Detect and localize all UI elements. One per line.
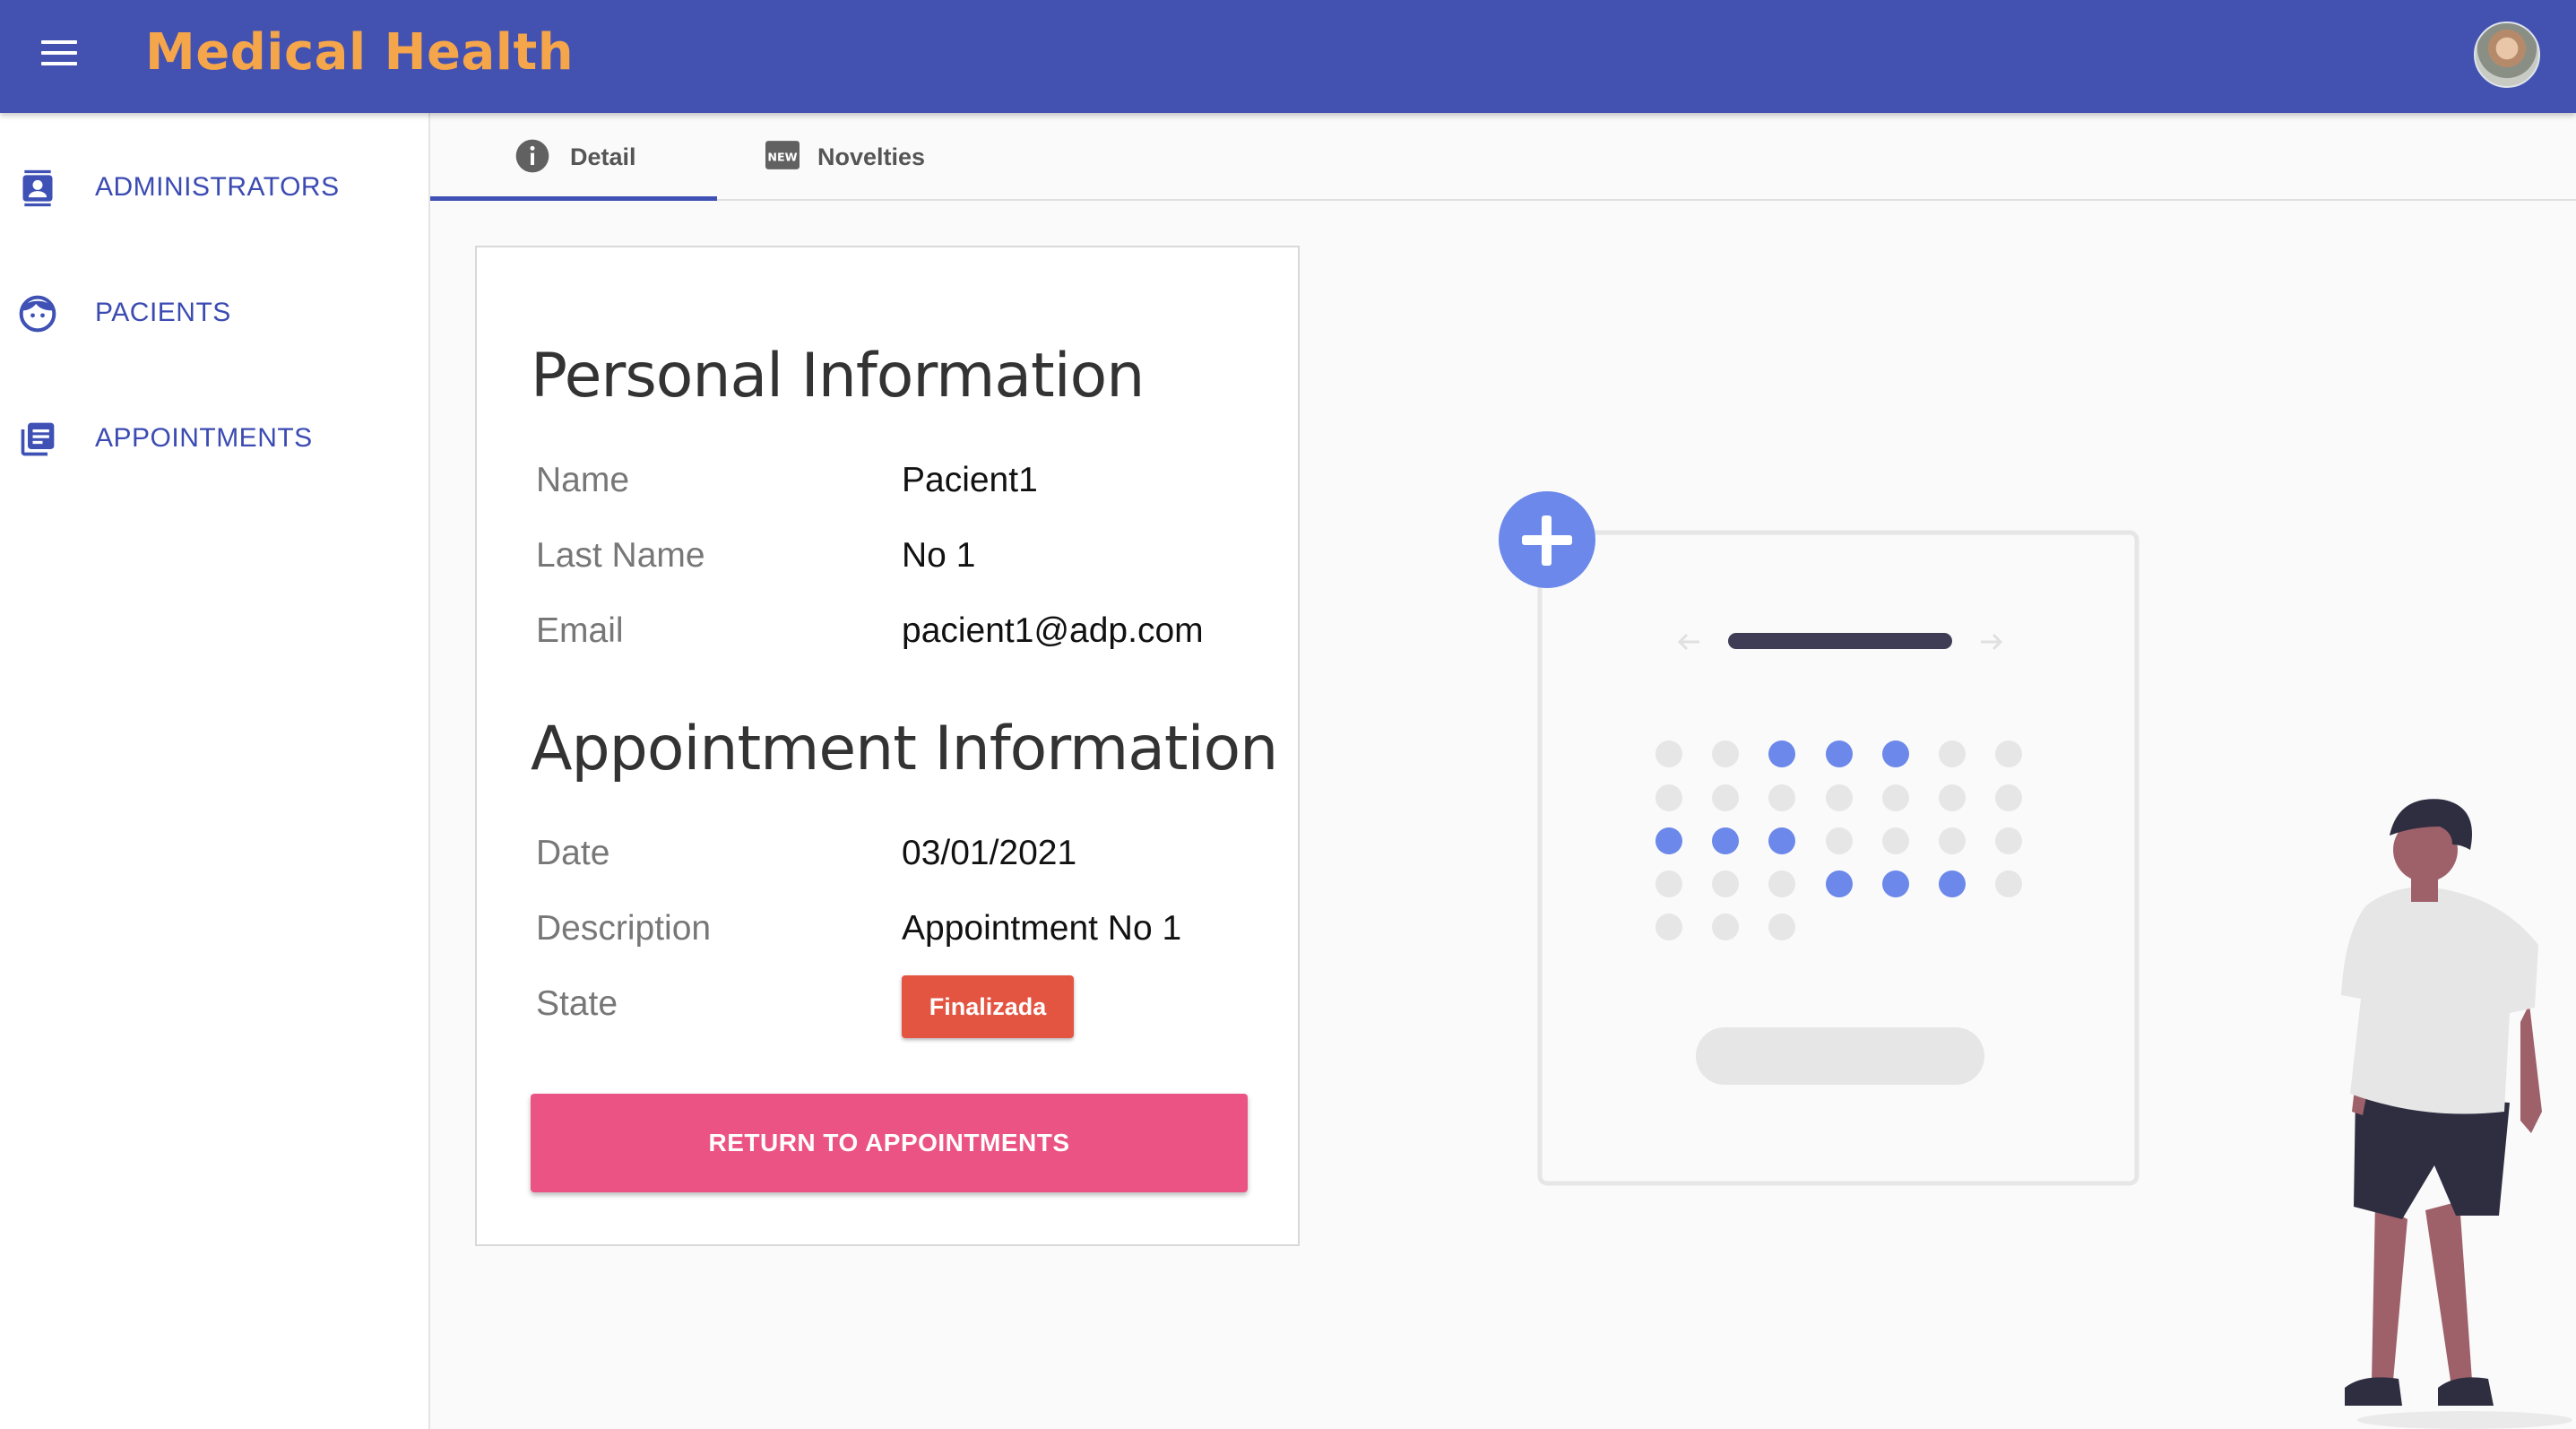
menu-icon[interactable]	[41, 40, 77, 69]
email-label: Email	[536, 611, 624, 650]
date-value: 03/01/2021	[902, 834, 1077, 872]
sidebar: ADMINISTRATORS PACIENTS APPOINTMENTS	[0, 113, 430, 1429]
name-value: Pacient1	[902, 461, 1038, 499]
description-value: Appointment No 1	[902, 909, 1182, 948]
detail-card: Personal Information Name Pacient1 Last …	[475, 246, 1300, 1246]
active-tab-indicator	[430, 196, 717, 201]
sidebar-item-label: PACIENTS	[95, 298, 231, 327]
return-to-appointments-button[interactable]: RETURN TO APPOINTMENTS	[531, 1094, 1248, 1192]
personal-info-title: Personal Information	[531, 341, 1145, 411]
sidebar-item-appointments[interactable]: APPOINTMENTS	[0, 394, 428, 484]
state-badge: Finalizada	[902, 975, 1074, 1038]
person-illustration	[2341, 799, 2572, 1429]
sidebar-item-pacients[interactable]: PACIENTS	[0, 269, 428, 359]
sidebar-item-label: APPOINTMENTS	[95, 423, 313, 453]
tab-label: Detail	[570, 143, 636, 170]
info-icon	[515, 139, 549, 173]
tab-label: Novelties	[817, 143, 926, 170]
face-icon	[19, 295, 56, 333]
last-name-label: Last Name	[536, 536, 705, 575]
user-avatar[interactable]	[2474, 22, 2540, 88]
library-books-icon	[21, 422, 55, 456]
description-label: Description	[536, 909, 712, 948]
calendar-frame	[1537, 530, 2139, 1186]
svg-text:NEW: NEW	[767, 150, 797, 163]
date-label: Date	[536, 834, 610, 872]
state-label: State	[536, 984, 618, 1023]
appointment-info-title: Appointment Information	[531, 714, 1278, 784]
sidebar-item-label: ADMINISTRATORS	[95, 172, 340, 202]
last-name-value: No 1	[902, 536, 976, 575]
new-releases-icon: NEW	[765, 141, 800, 169]
app-header: Medical Health	[0, 0, 2576, 113]
email-value: pacient1@adp.com	[902, 611, 1204, 650]
contact-card-icon	[22, 169, 53, 207]
tab-bar: Detail NEW Novelties	[430, 113, 2576, 201]
tab-novelties[interactable]: NEW Novelties	[717, 113, 1004, 199]
calendar-illustration	[1499, 491, 2572, 1429]
name-label: Name	[536, 461, 630, 499]
app-title: Medical Health	[145, 23, 575, 82]
sidebar-item-administrators[interactable]: ADMINISTRATORS	[0, 143, 428, 233]
tab-detail[interactable]: Detail	[430, 113, 717, 201]
